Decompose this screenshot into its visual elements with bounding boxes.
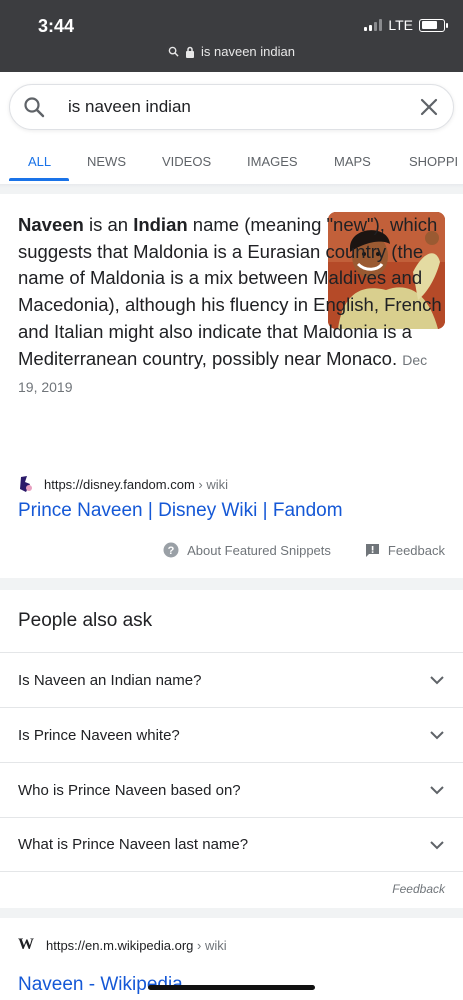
signal-icon <box>364 19 383 31</box>
wiki-source-url: https://en.m.wikipedia.org <box>46 937 194 953</box>
network-label: LTE <box>388 17 413 33</box>
paa-question[interactable]: Who is Prince Naveen based on? <box>0 762 463 817</box>
url-text: is naveen indian <box>201 44 295 59</box>
snippet-result-link[interactable]: Prince Naveen | Disney Wiki | Fandom <box>18 500 343 522</box>
snippet-source-url: https://disney.fandom.com <box>44 476 195 492</box>
search-header: is naveen indian ALL NEWS VIDEOS IMAGES … <box>0 72 463 184</box>
status-bar: 3:44 LTE is naveen indian <box>0 0 463 72</box>
tab-news[interactable]: NEWS <box>87 154 126 169</box>
paa-feedback-link[interactable]: Feedback <box>392 882 445 896</box>
paa-question-text: What is Prince Naveen last name? <box>18 836 249 853</box>
chevron-down-icon <box>430 676 444 685</box>
status-time: 3:44 <box>38 16 75 36</box>
about-snippets-link[interactable]: About Featured Snippets <box>187 543 331 558</box>
snippet-text-2: name (meaning "new"), which suggests tha… <box>18 214 442 369</box>
feedback-icon <box>365 543 379 557</box>
paa-question-text: Who is Prince Naveen based on? <box>18 781 241 799</box>
chevron-down-icon <box>430 731 444 740</box>
paa-question-text: Is Naveen an Indian name? <box>18 671 202 689</box>
wikipedia-favicon-icon: W <box>18 936 34 953</box>
chevron-down-icon <box>430 840 444 849</box>
wiki-source-path: › wiki <box>197 937 227 953</box>
lock-icon <box>186 46 195 58</box>
paa-title: People also ask <box>18 610 153 631</box>
snippet-text-1: is an <box>83 214 134 235</box>
tab-shopping[interactable]: SHOPPI <box>409 154 458 169</box>
wiki-source[interactable]: W https://en.m.wikipedia.org › wiki <box>18 936 227 954</box>
close-icon[interactable] <box>417 95 441 119</box>
snippet-source[interactable]: https://disney.fandom.com › wiki <box>18 475 228 493</box>
search-icon[interactable] <box>22 95 46 119</box>
header-shadow <box>0 184 463 188</box>
people-also-ask: People also ask Is Naveen an Indian name… <box>0 590 463 908</box>
tab-maps[interactable]: MAPS <box>334 154 371 169</box>
paa-question[interactable]: What is Prince Naveen last name? <box>0 817 463 872</box>
paa-question[interactable]: Is Naveen an Indian name? <box>0 652 463 707</box>
search-box[interactable]: is naveen indian <box>9 84 454 130</box>
snippet-source-path: › wiki <box>198 476 229 492</box>
paa-question-text: Is Prince Naveen white? <box>18 726 180 744</box>
home-indicator[interactable] <box>148 985 315 990</box>
snippet-bold-2: Indian <box>133 214 188 235</box>
tab-images[interactable]: IMAGES <box>247 154 298 169</box>
battery-icon <box>419 18 448 32</box>
paa-list: Is Naveen an Indian name? Is Prince Nave… <box>0 652 463 872</box>
svg-text:?: ? <box>168 545 175 557</box>
active-tab-indicator <box>9 178 69 181</box>
snippet-text: Naveen is an Indian name (meaning "new")… <box>18 212 446 401</box>
snippet-feedback-link[interactable]: Feedback <box>388 543 445 558</box>
search-tabs: ALL NEWS VIDEOS IMAGES MAPS SHOPPI <box>0 152 463 184</box>
chevron-down-icon <box>430 786 444 795</box>
search-input[interactable]: is naveen indian <box>68 97 417 117</box>
help-icon: ? <box>163 542 179 558</box>
snippet-bold-1: Naveen <box>18 214 84 235</box>
tab-all[interactable]: ALL <box>28 154 51 169</box>
featured-snippet: Naveen is an Indian name (meaning "new")… <box>0 194 463 578</box>
url-bar[interactable]: is naveen indian <box>0 44 463 59</box>
fandom-favicon-icon <box>20 476 32 492</box>
paa-question[interactable]: Is Prince Naveen white? <box>0 707 463 762</box>
search-small-icon <box>168 46 179 57</box>
battery-fill <box>421 21 438 29</box>
status-indicators: LTE <box>364 17 448 33</box>
tab-videos[interactable]: VIDEOS <box>162 154 211 169</box>
snippet-footer: ? About Featured Snippets Feedback <box>163 542 445 558</box>
